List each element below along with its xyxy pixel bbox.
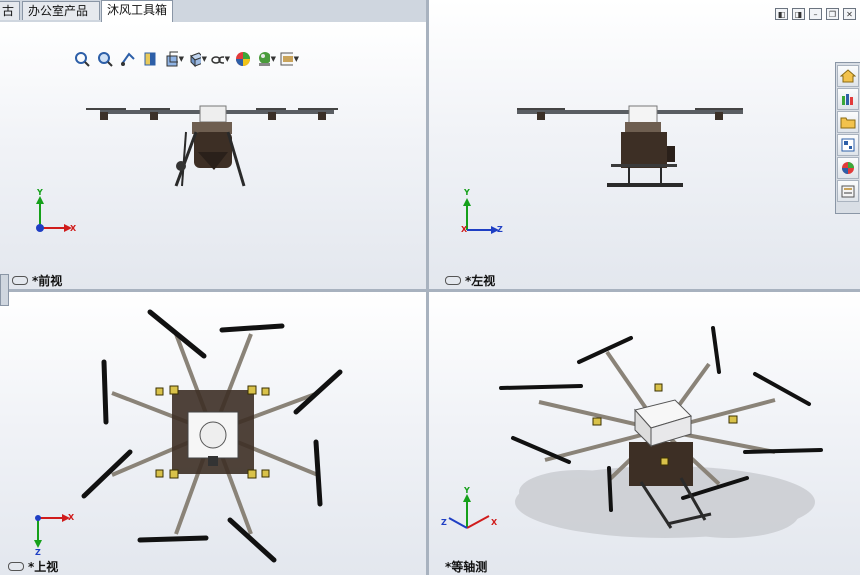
zoom-area-icon[interactable] xyxy=(95,49,115,69)
link-view-icon[interactable] xyxy=(445,276,461,285)
viewport-left[interactable]: Y Z X ◧ ◨ – ❐ ✕ *左视 xyxy=(429,0,860,289)
viewport-splitter-horizontal[interactable] xyxy=(0,289,860,292)
triad-x-label: X xyxy=(70,224,77,233)
viewport-front[interactable]: Y X ▼ ▼ ▼ ▼ ▼ *前视 xyxy=(0,22,426,289)
tab-mufeng-toolbox[interactable]: 沐风工具箱 xyxy=(101,0,173,22)
triad-y-label: Y xyxy=(464,188,470,197)
triad-y-label: Y xyxy=(37,188,43,197)
triad-y-label: Y xyxy=(464,486,470,495)
feature-manager-toggle-handle[interactable] xyxy=(0,274,9,306)
heads-up-toolbar: ▼ ▼ ▼ ▼ ▼ xyxy=(72,48,299,70)
tab-product-prev[interactable]: 古 xyxy=(0,1,20,20)
close-icon[interactable]: ✕ xyxy=(843,8,856,20)
view-settings-icon[interactable]: ▼ xyxy=(279,49,299,69)
triad-x-label: X xyxy=(491,518,498,527)
edit-appearance-icon[interactable] xyxy=(233,49,253,69)
view-label-top: *上视 xyxy=(8,558,58,575)
zoom-to-fit-icon[interactable] xyxy=(72,49,92,69)
section-view-icon[interactable] xyxy=(141,49,161,69)
design-library-icon[interactable] xyxy=(837,88,859,110)
view-orientation-icon[interactable]: ▼ xyxy=(164,49,184,69)
split-left-icon[interactable]: ◧ xyxy=(775,8,788,20)
custom-properties-icon[interactable] xyxy=(837,180,859,202)
view-label-isometric: *等轴测 xyxy=(445,560,488,574)
appearances-icon[interactable] xyxy=(837,157,859,179)
solidworks-resources-icon[interactable] xyxy=(837,65,859,87)
apply-scene-icon[interactable]: ▼ xyxy=(256,49,276,69)
triad-x-label: X xyxy=(461,225,468,234)
viewport-top[interactable]: X Z *上视 xyxy=(0,292,426,575)
view-label-left: *左视 xyxy=(445,272,495,289)
viewport-isometric[interactable]: Y X Z *等轴测 xyxy=(429,292,860,575)
view-label-front: *前视 xyxy=(12,272,62,289)
link-view-icon[interactable] xyxy=(12,276,28,285)
triad-z-label: Z xyxy=(35,548,41,557)
view-palette-icon[interactable] xyxy=(837,134,859,156)
display-style-icon[interactable]: ▼ xyxy=(187,49,207,69)
tab-office-products[interactable]: 办公室产品 xyxy=(22,1,100,20)
file-explorer-icon[interactable] xyxy=(837,111,859,133)
task-pane xyxy=(835,62,860,214)
window-controls: ◧ ◨ – ❐ ✕ xyxy=(775,8,856,20)
split-right-icon[interactable]: ◨ xyxy=(792,8,805,20)
previous-view-icon[interactable] xyxy=(118,49,138,69)
triad-x-label: X xyxy=(68,513,75,522)
triad-z-label: Z xyxy=(497,225,503,234)
hide-show-items-icon[interactable]: ▼ xyxy=(210,49,230,69)
restore-icon[interactable]: ❐ xyxy=(826,8,839,20)
top-view-model xyxy=(34,309,343,563)
triad-z-label: Z xyxy=(441,518,447,527)
minimize-icon[interactable]: – xyxy=(809,8,822,20)
left-view-model xyxy=(463,105,743,234)
isometric-view-model xyxy=(448,326,823,538)
link-view-icon[interactable] xyxy=(8,562,24,571)
viewport-splitter-vertical[interactable] xyxy=(426,0,429,575)
